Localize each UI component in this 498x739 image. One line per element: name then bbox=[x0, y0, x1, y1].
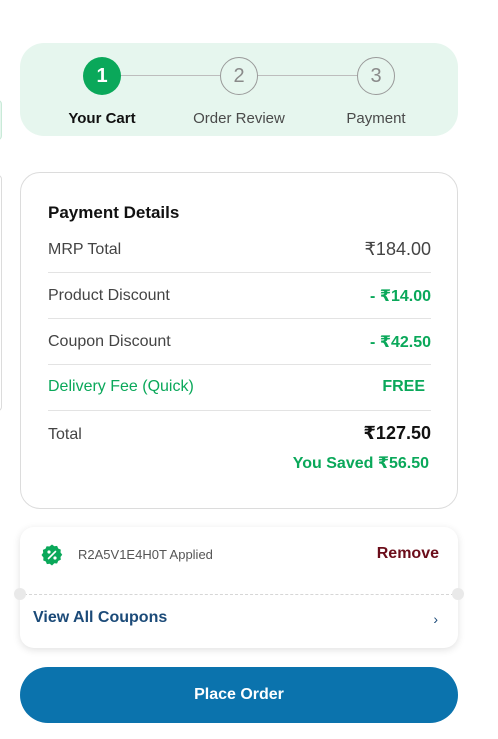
you-saved-text: You Saved ₹56.50 bbox=[292, 455, 429, 472]
delivery-fee-label: Delivery Fee (Quick) bbox=[48, 378, 194, 395]
step-label: Payment bbox=[346, 110, 406, 127]
ticket-notch bbox=[452, 588, 464, 600]
delivery-fee-value: FREE bbox=[382, 378, 425, 395]
total-row: Total ₹127.50 bbox=[48, 422, 431, 444]
coupon-discount-label: Coupon Discount bbox=[48, 333, 171, 350]
divider bbox=[48, 410, 431, 411]
product-discount-value: - ₹14.00 bbox=[370, 288, 431, 305]
place-order-button[interactable]: Place Order bbox=[20, 667, 458, 723]
mrp-total-label: MRP Total bbox=[48, 240, 122, 258]
dashed-divider bbox=[24, 594, 454, 595]
ticket-notch bbox=[14, 588, 26, 600]
step-order-review[interactable]: 2 Order Review bbox=[179, 57, 299, 127]
step-number: 3 bbox=[357, 57, 395, 95]
discount-badge-icon bbox=[41, 544, 63, 566]
step-label: Your Cart bbox=[68, 110, 136, 127]
mrp-total-row: MRP Total ₹184.00 bbox=[48, 239, 431, 260]
payment-details-title: Payment Details bbox=[48, 203, 180, 222]
payment-details-card: Payment Details MRP Total ₹184.00 Produc… bbox=[20, 172, 458, 509]
checkout-stepper: 1 Your Cart 2 Order Review 3 Payment bbox=[20, 43, 458, 136]
applied-coupon-text: R2A5V1E4H0T Applied bbox=[78, 547, 213, 562]
divider bbox=[48, 364, 431, 365]
delivery-fee-row: Delivery Fee (Quick) FREE bbox=[48, 378, 425, 396]
remove-coupon-button[interactable]: Remove bbox=[377, 545, 439, 563]
mrp-total-value: ₹184.00 bbox=[364, 239, 431, 259]
product-discount-row: Product Discount - ₹14.00 bbox=[48, 286, 431, 306]
total-label: Total bbox=[48, 426, 82, 443]
divider bbox=[48, 318, 431, 319]
partial-card-edge bbox=[0, 100, 2, 140]
coupon-discount-row: Coupon Discount - ₹42.50 bbox=[48, 332, 431, 352]
step-label: Order Review bbox=[193, 110, 285, 127]
product-discount-label: Product Discount bbox=[48, 287, 170, 304]
partial-card-edge bbox=[0, 175, 2, 411]
coupon-card: R2A5V1E4H0T Applied Remove View All Coup… bbox=[14, 527, 464, 648]
chevron-right-icon[interactable]: › bbox=[433, 611, 438, 627]
total-value: ₹127.50 bbox=[363, 422, 431, 443]
view-all-coupons-link[interactable]: View All Coupons bbox=[33, 609, 167, 627]
coupon-discount-value: - ₹42.50 bbox=[370, 334, 431, 351]
divider bbox=[48, 272, 431, 273]
step-number: 2 bbox=[220, 57, 258, 95]
step-payment[interactable]: 3 Payment bbox=[316, 57, 436, 127]
step-number: 1 bbox=[83, 57, 121, 95]
step-your-cart[interactable]: 1 Your Cart bbox=[42, 57, 162, 127]
